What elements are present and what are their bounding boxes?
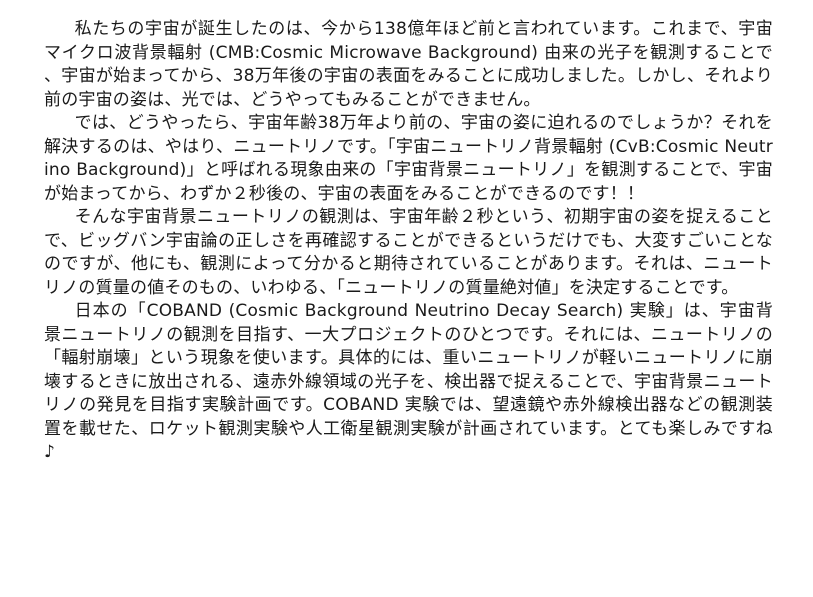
paragraph-neutrino-background: では、どうやったら、宇宙年齢38万年より前の、宇宙の姿に迫れるのでしょうか？それ…	[44, 113, 773, 204]
paragraph-cmb-intro: 私たちの宇宙が誕生したのは、今から138億年ほど前と言われています。これまで、宇…	[44, 19, 773, 110]
paragraph-coband-experiment: 日本の「COBAND (Cosmic Background Neutrino D…	[44, 301, 773, 462]
article-page: 私たちの宇宙が誕生したのは、今から138億年ほど前と言われています。これまで、宇…	[0, 0, 813, 597]
paragraph-neutrino-mass: そんな宇宙背景ニュートリノの観測は、宇宙年齢２秒という、初期宇宙の姿を捉えること…	[44, 207, 773, 298]
